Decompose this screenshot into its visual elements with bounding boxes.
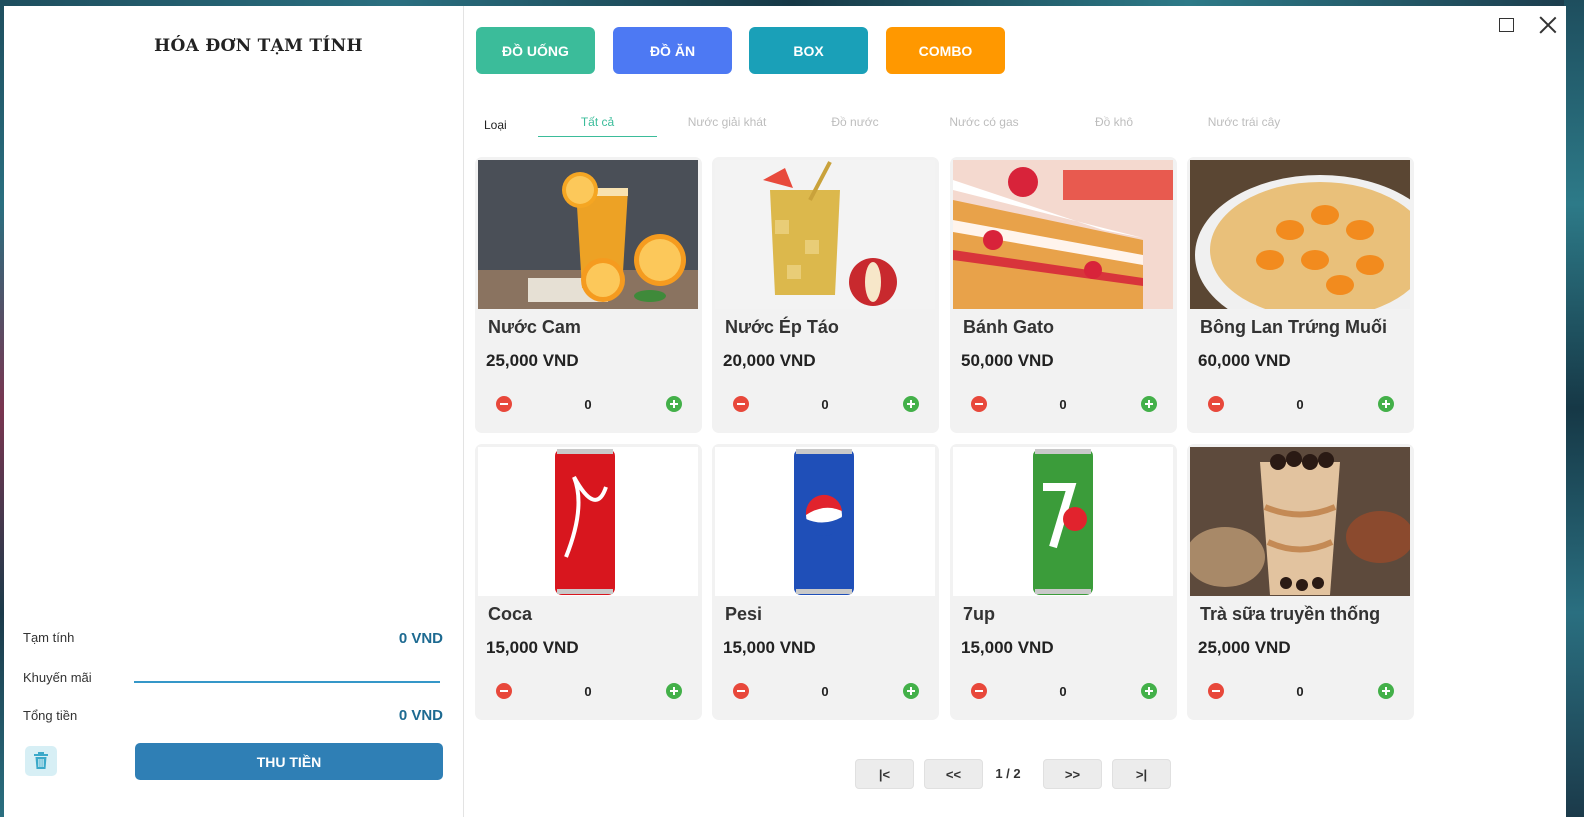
product-name: Pesi xyxy=(725,604,763,624)
product-image xyxy=(1190,447,1410,596)
category-combo-button[interactable]: COMBO xyxy=(886,27,1005,74)
total-value: 0 VND xyxy=(398,707,443,724)
first-page-button[interactable]: |< xyxy=(855,759,914,789)
decrease-quantity-button[interactable] xyxy=(1208,396,1224,412)
product-card[interactable]: Pesi 15,000 VND 0 xyxy=(712,444,939,720)
product-card[interactable]: Coca 15,000 VND 0 xyxy=(475,444,702,720)
increase-quantity-button[interactable] xyxy=(666,396,682,412)
promotion-input[interactable] xyxy=(134,655,440,683)
increase-quantity-button[interactable] xyxy=(903,396,919,412)
decrease-quantity-button[interactable] xyxy=(1208,683,1224,699)
pos-window: HÓA ĐƠN TẠM TÍNH Tạm tính 0 VND Khuyến m… xyxy=(4,6,1566,817)
desktop-background-right xyxy=(1564,0,1584,817)
decrease-quantity-button[interactable] xyxy=(496,683,512,699)
product-name: Coca xyxy=(488,604,533,624)
product-name: Nước Ép Táo xyxy=(725,317,839,337)
close-icon xyxy=(1539,16,1557,34)
previous-page-button[interactable]: << xyxy=(924,759,983,789)
product-price: 15,000 VND xyxy=(723,638,816,657)
increase-quantity-button[interactable] xyxy=(666,683,682,699)
collect-payment-button[interactable]: THU TIỀN xyxy=(135,743,443,780)
product-quantity: 0 xyxy=(821,397,829,412)
decrease-quantity-button[interactable] xyxy=(971,396,987,412)
type-filter-label: Loại xyxy=(484,118,507,132)
increase-quantity-button[interactable] xyxy=(903,683,919,699)
product-image xyxy=(953,160,1173,309)
product-quantity: 0 xyxy=(584,397,592,412)
tab-dry-food[interactable]: Đồ khô xyxy=(1074,114,1154,136)
category-box-button[interactable]: BOX xyxy=(749,27,868,74)
product-price: 50,000 VND xyxy=(961,351,1054,370)
bill-title: HÓA ĐƠN TẠM TÍNH xyxy=(154,36,363,56)
last-page-button[interactable]: >| xyxy=(1112,759,1171,789)
product-price: 15,000 VND xyxy=(486,638,579,657)
product-image xyxy=(715,447,935,596)
increase-quantity-button[interactable] xyxy=(1378,396,1394,412)
product-name: Bánh Gato xyxy=(963,317,1055,337)
product-name: Nước Cam xyxy=(488,317,581,337)
product-price: 20,000 VND xyxy=(723,351,816,370)
product-card[interactable]: 7up 15,000 VND 0 xyxy=(950,444,1177,720)
bill-panel: HÓA ĐƠN TẠM TÍNH Tạm tính 0 VND Khuyến m… xyxy=(4,6,464,817)
clear-bill-button[interactable] xyxy=(25,746,57,776)
product-price: 15,000 VND xyxy=(961,638,1054,657)
product-quantity: 0 xyxy=(1296,397,1304,412)
product-image xyxy=(953,447,1173,596)
decrease-quantity-button[interactable] xyxy=(971,683,987,699)
category-drinks-button[interactable]: ĐỒ UỐNG xyxy=(476,27,595,74)
increase-quantity-button[interactable] xyxy=(1378,683,1394,699)
tab-fruit-juice[interactable]: Nước trái cây xyxy=(1184,114,1304,136)
product-name: Trà sữa truyền thống xyxy=(1200,604,1381,624)
increase-quantity-button[interactable] xyxy=(1141,396,1157,412)
product-image xyxy=(715,160,935,309)
tab-liquid-food[interactable]: Đồ nước xyxy=(810,114,900,136)
category-food-button[interactable]: ĐỒ ĂN xyxy=(613,27,732,74)
product-image xyxy=(478,160,698,309)
decrease-quantity-button[interactable] xyxy=(733,396,749,412)
product-price: 60,000 VND xyxy=(1198,351,1291,370)
maximize-button[interactable] xyxy=(1492,12,1520,38)
page-indicator: 1 / 2 xyxy=(995,766,1021,781)
increase-quantity-button[interactable] xyxy=(1141,683,1157,699)
product-quantity: 0 xyxy=(1059,684,1067,699)
tab-all[interactable]: Tất cả xyxy=(538,114,657,137)
decrease-quantity-button[interactable] xyxy=(496,396,512,412)
product-image xyxy=(478,447,698,596)
trash-icon xyxy=(34,752,48,769)
product-card[interactable]: Nước Cam 25,000 VND 0 xyxy=(475,157,702,433)
subtotal-label: Tạm tính xyxy=(23,630,75,645)
product-price: 25,000 VND xyxy=(486,351,579,370)
tab-soft-drinks[interactable]: Nước giải khát xyxy=(672,114,782,136)
product-quantity: 0 xyxy=(584,684,592,699)
product-name: Bông Lan Trứng Muối xyxy=(1200,317,1388,337)
product-quantity: 0 xyxy=(1296,684,1304,699)
product-card[interactable]: Nước Ép Táo 20,000 VND 0 xyxy=(712,157,939,433)
tab-carbonated[interactable]: Nước có gas xyxy=(934,114,1034,136)
product-card[interactable]: Bánh Gato 50,000 VND 0 xyxy=(950,157,1177,433)
total-label: Tổng tiền xyxy=(23,708,78,723)
subtotal-value: 0 VND xyxy=(398,630,443,647)
product-quantity: 0 xyxy=(821,684,829,699)
maximize-icon xyxy=(1498,18,1514,32)
product-card[interactable]: Trà sữa truyền thống 25,000 VND 0 xyxy=(1187,444,1414,720)
close-button[interactable] xyxy=(1534,12,1562,38)
product-price: 25,000 VND xyxy=(1198,638,1291,657)
product-quantity: 0 xyxy=(1059,397,1067,412)
next-page-button[interactable]: >> xyxy=(1043,759,1102,789)
product-card[interactable]: Bông Lan Trứng Muối 60,000 VND 0 xyxy=(1187,157,1414,433)
promotion-label: Khuyến mãi xyxy=(23,670,92,685)
decrease-quantity-button[interactable] xyxy=(733,683,749,699)
product-image xyxy=(1190,160,1410,309)
product-name: 7up xyxy=(963,604,996,624)
